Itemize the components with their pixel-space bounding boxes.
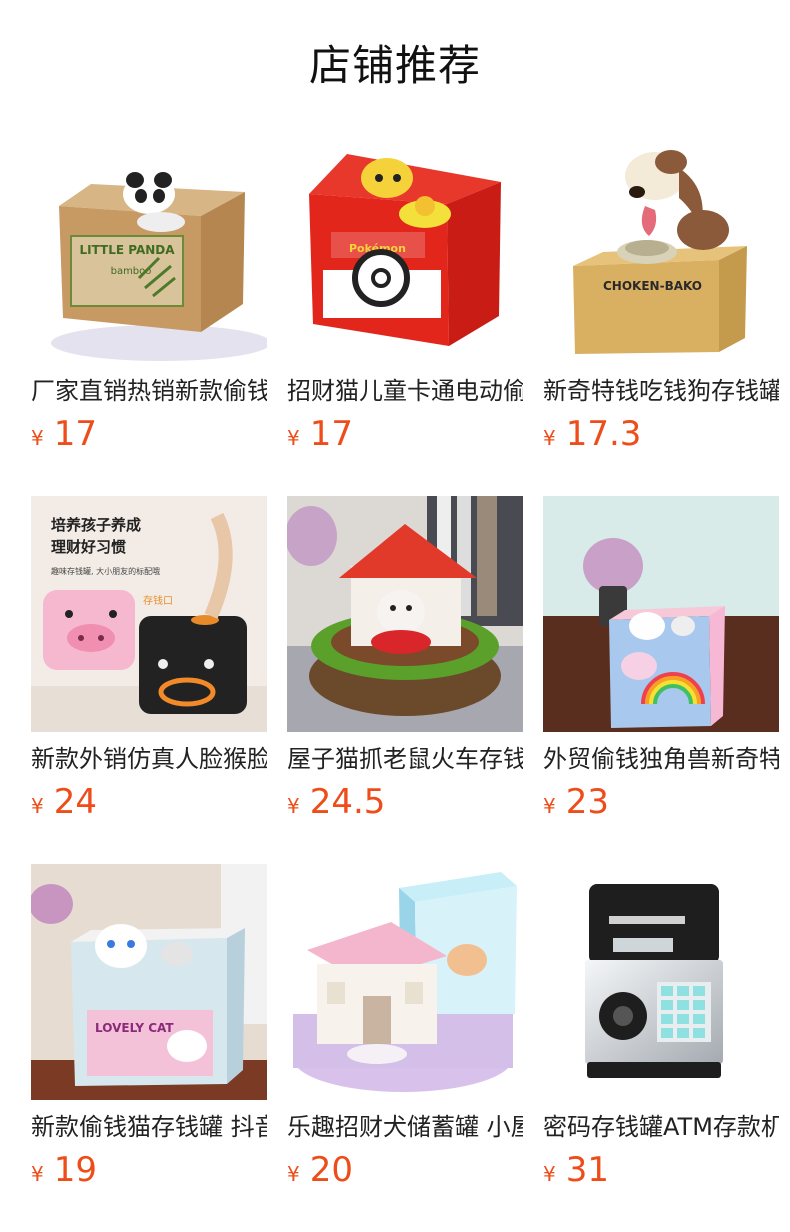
product-name[interactable]: 乐趣招财犬储蓄罐 小屋: [287, 1110, 523, 1144]
promo-headline: 培养孩子养成: [51, 516, 141, 534]
product-image[interactable]: [287, 496, 523, 732]
coin-slot-tag: 存钱口: [143, 594, 173, 607]
price-amount: 23: [565, 782, 609, 822]
product-image[interactable]: 培养孩子养成 理财好习惯 趣味存钱罐, 大小朋友的标配哦 存钱口: [31, 496, 267, 732]
product-price: ¥24.5: [287, 782, 523, 822]
box-label: LOVELY CAT: [95, 1021, 174, 1035]
currency-symbol: ¥: [543, 426, 556, 450]
price-amount: 17: [309, 414, 353, 454]
price-amount: 24.5: [309, 782, 386, 822]
price-amount: 20: [309, 1150, 353, 1190]
product-name[interactable]: 厂家直销热销新款偷钱熊猫存钱罐: [31, 374, 267, 408]
currency-symbol: ¥: [31, 1162, 44, 1186]
currency-symbol: ¥: [287, 426, 300, 450]
price-amount: 17: [53, 414, 97, 454]
product-price: ¥19: [31, 1150, 267, 1190]
price-amount: 31: [565, 1150, 609, 1190]
promo-subline: 趣味存钱罐, 大小朋友的标配哦: [51, 566, 160, 576]
atm-safe-bank-image: [543, 864, 779, 1100]
page-title: 店铺推荐: [308, 41, 481, 90]
product-card[interactable]: Pokémon 招财猫儿童卡通电动偷钱存钱罐 ¥17: [287, 128, 524, 468]
product-image[interactable]: [287, 864, 523, 1100]
currency-symbol: ¥: [31, 794, 44, 818]
product-name[interactable]: 密码存钱罐ATM存款机: [543, 1110, 779, 1144]
product-price: ¥31: [543, 1150, 779, 1190]
product-price: ¥20: [287, 1150, 523, 1190]
product-name[interactable]: 外贸偷钱独角兽新奇特存钱罐: [543, 742, 779, 776]
cat-house-bank-image: [287, 496, 523, 732]
product-name[interactable]: 招财猫儿童卡通电动偷钱存钱罐: [287, 374, 523, 408]
unicorn-coin-box-image: [543, 496, 779, 732]
recommendation-page: 店铺推荐 LITTLE PANDA bamboo 厂家直销热销新款偷钱 ¥ 17…: [0, 0, 790, 1232]
box-label: CHOKEN-BAKO: [603, 279, 702, 293]
pikachu-coin-box-image: Pokémon: [287, 128, 523, 364]
price-amount: 17.3: [565, 414, 642, 454]
product-name[interactable]: 屋子猫抓老鼠火车存钱罐: [287, 742, 523, 776]
currency-symbol: ¥: [543, 1162, 556, 1186]
price-amount: 19: [53, 1150, 97, 1190]
product-card[interactable]: LITTLE PANDA bamboo 厂家直销热销新款偷钱熊猫存钱罐 ¥17: [31, 128, 268, 468]
product-card[interactable]: 外贸偷钱独角兽新奇特存钱罐 ¥23: [543, 496, 780, 836]
cat-coin-box-image: LOVELY CAT: [31, 864, 267, 1100]
product-image[interactable]: LOVELY CAT: [31, 864, 267, 1100]
promo-headline-2: 理财好习惯: [51, 538, 126, 556]
product-price: ¥17.3: [543, 414, 779, 454]
dog-house-bank-image: [287, 864, 523, 1100]
price-amount: 24: [53, 782, 97, 822]
product-image[interactable]: [543, 496, 779, 732]
box-label: LITTLE PANDA: [79, 243, 175, 257]
currency-symbol: ¥: [287, 794, 300, 818]
product-image[interactable]: CHOKEN-BAKO: [543, 128, 779, 364]
currency-symbol: ¥: [31, 426, 44, 450]
product-card[interactable]: 屋子猫抓老鼠火车存钱罐 ¥24.5: [287, 496, 524, 836]
product-card[interactable]: LOVELY CAT 新款偷钱猫存钱罐 抖音同款 ¥19: [31, 864, 268, 1204]
dog-coin-bank-image: CHOKEN-BAKO: [543, 128, 779, 364]
panda-coin-box-image: LITTLE PANDA bamboo: [31, 128, 267, 364]
product-price: ¥23: [543, 782, 779, 822]
product-name[interactable]: 新款外销仿真人脸猴脸存钱罐: [31, 742, 267, 776]
product-name[interactable]: 新奇特钱吃钱狗存钱罐: [543, 374, 779, 408]
product-card[interactable]: 乐趣招财犬储蓄罐 小屋 ¥20: [287, 864, 524, 1204]
currency-symbol: ¥: [543, 794, 556, 818]
product-card[interactable]: 培养孩子养成 理财好习惯 趣味存钱罐, 大小朋友的标配哦 存钱口 新款外销仿真人…: [31, 496, 268, 836]
product-price: ¥24: [31, 782, 267, 822]
product-price: ¥17: [31, 414, 267, 454]
product-card[interactable]: 密码存钱罐ATM存款机 ¥31: [543, 864, 780, 1204]
product-image[interactable]: [543, 864, 779, 1100]
currency-symbol: ¥: [287, 1162, 300, 1186]
product-image[interactable]: Pokémon: [287, 128, 523, 364]
product-name[interactable]: 新款偷钱猫存钱罐 抖音同款: [31, 1110, 267, 1144]
product-price: ¥17: [287, 414, 523, 454]
product-image[interactable]: LITTLE PANDA bamboo: [31, 128, 267, 364]
product-card[interactable]: CHOKEN-BAKO 新奇特钱吃钱狗存钱罐 ¥17.3: [543, 128, 780, 468]
face-coin-bank-image: 培养孩子养成 理财好习惯 趣味存钱罐, 大小朋友的标配哦 存钱口: [31, 496, 267, 732]
